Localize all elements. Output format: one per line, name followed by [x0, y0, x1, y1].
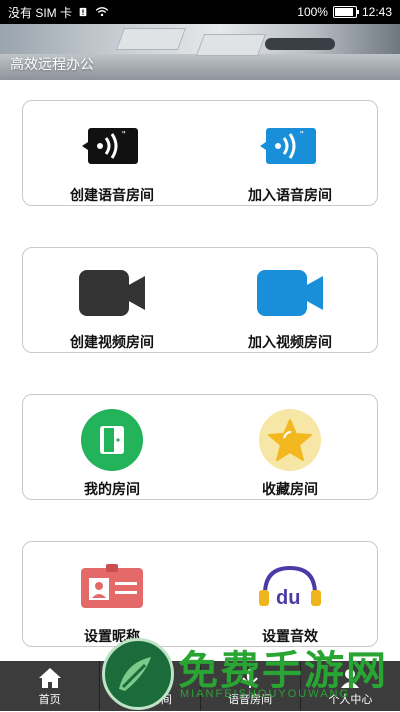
banner-laptop-image-2 — [195, 34, 267, 56]
tab-voice-room[interactable]: 语音房间 — [201, 661, 301, 711]
rooms-card: 我的房间 收藏房间 — [22, 394, 378, 500]
voice-room-card: " 创建语音房间 " 加入语音房间 — [22, 100, 378, 206]
id-badge-icon — [81, 564, 143, 608]
person-icon — [341, 669, 360, 688]
battery-percent: 100% — [297, 5, 328, 19]
settings-card: 设置昵称 du 设置音效 — [22, 541, 378, 647]
set-nickname-label: 设置昵称 — [84, 628, 140, 644]
my-room-label: 我的房间 — [84, 481, 140, 497]
join-voice-room-button[interactable]: " 加入语音房间 — [201, 101, 379, 207]
create-voice-room-button[interactable]: " 创建语音房间 — [23, 101, 201, 207]
video-camera-icon — [257, 270, 323, 316]
headphones-icon: du — [259, 565, 321, 609]
create-voice-room-label: 创建语音房间 — [70, 187, 154, 203]
clock: 12:43 — [361, 5, 392, 19]
svg-text:": " — [300, 130, 304, 141]
tab-profile[interactable]: 个人中心 — [301, 661, 400, 711]
set-sound-effect-button[interactable]: du 设置音效 — [201, 542, 379, 648]
voice-room-icon: " — [82, 128, 138, 164]
sim-alert-icon — [79, 7, 87, 17]
carrier-text: 没有 SIM 卡 — [8, 5, 73, 20]
door-icon — [81, 409, 143, 471]
voice-room-icon: " — [260, 128, 316, 164]
tab-video-room[interactable]: 视频房间 — [100, 661, 201, 711]
create-video-room-label: 创建视频房间 — [70, 334, 154, 350]
banner-title: 高效远程办公 — [10, 56, 94, 72]
battery-icon — [332, 6, 359, 18]
voice-room-icon — [242, 669, 258, 688]
set-sound-effect-label: 设置音效 — [262, 628, 318, 644]
join-voice-room-label: 加入语音房间 — [248, 187, 332, 203]
join-video-room-button[interactable]: 加入视频房间 — [201, 248, 379, 354]
banner-arm-image — [265, 38, 335, 50]
my-room-button[interactable]: 我的房间 — [23, 395, 201, 501]
status-bar: 没有 SIM 卡 100% 12:43 — [0, 0, 400, 24]
join-video-room-label: 加入视频房间 — [248, 334, 332, 350]
tab-video-room-label: 视频房间 — [127, 694, 172, 706]
video-camera-icon — [79, 270, 145, 316]
banner-laptop-image — [115, 28, 187, 50]
star-icon — [259, 409, 321, 471]
tab-home-label: 首页 — [38, 694, 61, 706]
create-video-room-button[interactable]: 创建视频房间 — [23, 248, 201, 354]
tab-profile-label: 个人中心 — [328, 694, 373, 706]
set-nickname-button[interactable]: 设置昵称 — [23, 542, 201, 648]
video-room-icon — [139, 672, 160, 684]
svg-text:": " — [122, 130, 126, 141]
svg-text:du: du — [276, 587, 300, 609]
tab-voice-room-label: 语音房间 — [228, 694, 273, 706]
favorite-rooms-label: 收藏房间 — [262, 481, 318, 497]
video-room-card: 创建视频房间 加入视频房间 — [22, 247, 378, 353]
wifi-icon — [95, 7, 109, 17]
home-icon — [38, 668, 61, 688]
tab-home[interactable]: 首页 — [0, 661, 101, 711]
favorite-rooms-button[interactable]: 收藏房间 — [201, 395, 379, 501]
bottom-tab-bar: 首页 视频房间 语音房间 个人中心 — [0, 661, 400, 711]
header-banner: 高效远程办公 — [0, 24, 400, 80]
